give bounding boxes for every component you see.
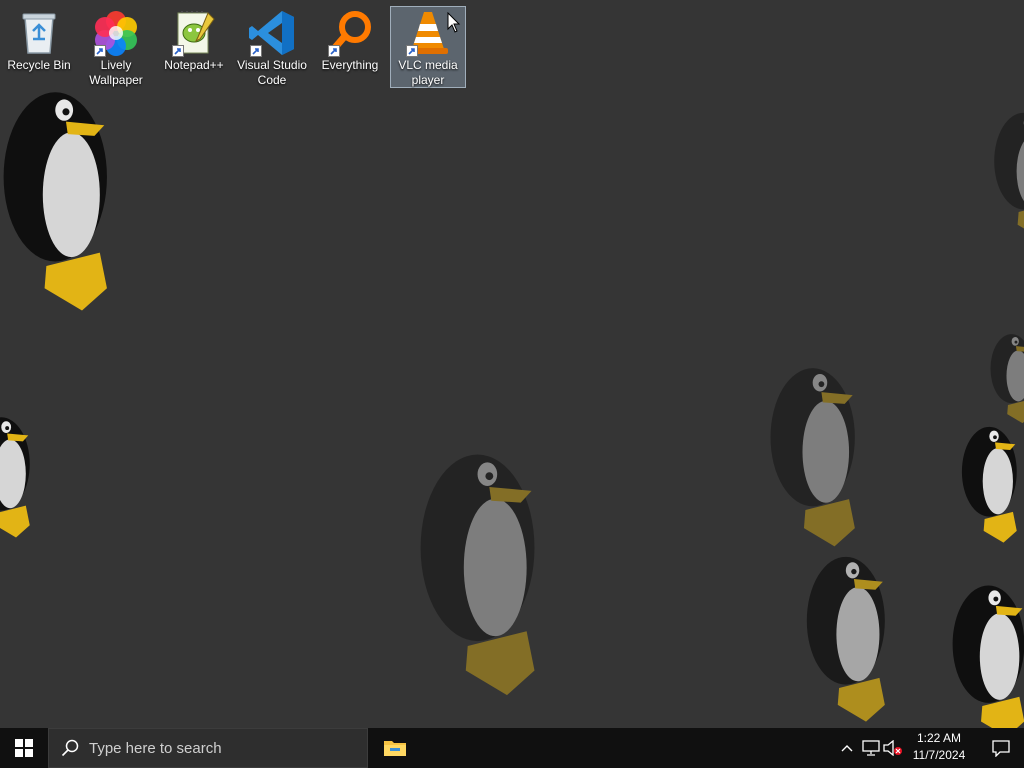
wallpaper-penguin xyxy=(420,454,535,696)
wallpaper-penguin xyxy=(990,334,1024,424)
taskbar-file-explorer[interactable] xyxy=(372,728,418,768)
taskbar-clock[interactable]: 1:22 AM 11/7/2024 xyxy=(902,730,976,766)
desktop-icon-label: Notepad++ xyxy=(164,58,224,72)
show-hidden-icons-button[interactable] xyxy=(836,728,858,768)
desktop-icon-label: VLC media player xyxy=(398,58,458,87)
wallpaper-penguin xyxy=(994,112,1024,238)
volume-tray-button[interactable] xyxy=(882,728,904,768)
shortcut-arrow-icon xyxy=(250,45,262,57)
volume-muted-icon xyxy=(883,740,902,756)
everything-search-icon xyxy=(326,9,374,57)
wallpaper-penguin xyxy=(952,585,1024,728)
desktop-icon-label: Recycle Bin xyxy=(7,58,71,72)
desktop-icon-label: Lively Wallpaper xyxy=(89,58,143,87)
desktop-icon-lively-wallpaper[interactable]: Lively Wallpaper xyxy=(78,6,154,88)
recycle-bin-icon xyxy=(15,9,63,57)
wallpaper-penguin xyxy=(770,368,855,547)
notepad-plus-plus-icon xyxy=(170,9,218,57)
desktop: Recycle Bin Lively Wallpaper Notepad++ V… xyxy=(0,0,1024,728)
vscode-icon xyxy=(248,9,296,57)
wallpaper-penguin xyxy=(961,426,1017,543)
shortcut-arrow-icon xyxy=(172,45,184,57)
shortcut-arrow-icon xyxy=(328,45,340,57)
desktop-icon-label: Everything xyxy=(321,58,379,72)
wallpaper-penguin xyxy=(0,417,30,538)
wallpaper-penguin xyxy=(3,92,107,311)
shortcut-arrow-icon xyxy=(406,45,418,57)
clock-time: 1:22 AM xyxy=(916,731,962,745)
wallpaper-penguin xyxy=(806,556,885,722)
network-tray-button[interactable] xyxy=(860,728,882,768)
shortcut-arrow-icon xyxy=(94,45,106,57)
search-icon xyxy=(61,739,79,757)
file-explorer-icon xyxy=(384,741,406,756)
vlc-icon xyxy=(404,9,452,57)
windows-logo-icon xyxy=(15,739,33,757)
desktop-icon-notepad-plus-plus[interactable]: Notepad++ xyxy=(156,6,232,88)
desktop-icon-everything[interactable]: Everything xyxy=(312,6,388,88)
network-icon xyxy=(862,740,880,756)
taskbar: Type here to search 1:22 AM 11/7/2024 xyxy=(0,728,1024,768)
search-placeholder: Type here to search xyxy=(89,739,222,757)
desktop-icon-recycle-bin[interactable]: Recycle Bin xyxy=(1,6,77,88)
action-center-button[interactable] xyxy=(978,728,1024,768)
taskbar-search-box[interactable]: Type here to search xyxy=(48,728,368,768)
mouse-cursor-icon xyxy=(447,12,461,33)
desktop-icon-label: Visual Studio Code xyxy=(237,58,307,87)
clock-date: 11/7/2024 xyxy=(912,748,966,762)
chevron-up-icon xyxy=(841,745,853,752)
desktop-icon-vscode[interactable]: Visual Studio Code xyxy=(234,6,310,88)
lively-wallpaper-icon xyxy=(92,9,140,57)
start-button[interactable] xyxy=(0,728,48,768)
notification-icon xyxy=(992,740,1010,757)
